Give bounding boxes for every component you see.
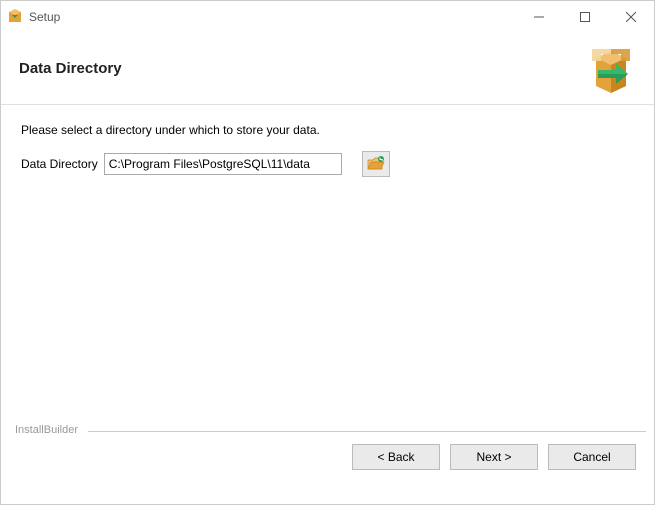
footer-separator: InstallBuilder <box>88 431 646 432</box>
cancel-button[interactable]: Cancel <box>548 444 636 470</box>
window-title: Setup <box>29 10 516 24</box>
app-icon <box>7 9 23 25</box>
minimize-button[interactable] <box>516 1 562 33</box>
browse-button[interactable] <box>362 151 390 177</box>
wizard-content: Please select a directory under which to… <box>1 105 654 431</box>
data-directory-label: Data Directory <box>21 157 98 171</box>
instruction-text: Please select a directory under which to… <box>21 123 634 137</box>
titlebar: Setup <box>1 1 654 33</box>
data-directory-row: Data Directory <box>21 151 634 177</box>
data-directory-input[interactable] <box>104 153 342 175</box>
wizard-buttons: < Back Next > Cancel <box>1 432 654 484</box>
next-button[interactable]: Next > <box>450 444 538 470</box>
back-button[interactable]: < Back <box>352 444 440 470</box>
installer-box-icon <box>586 44 636 94</box>
installer-brand: InstallBuilder <box>13 424 80 436</box>
close-button[interactable] <box>608 1 654 33</box>
wizard-header: Data Directory <box>1 33 654 105</box>
window-controls <box>516 1 654 33</box>
maximize-button[interactable] <box>562 1 608 33</box>
page-title: Data Directory <box>19 60 586 77</box>
folder-open-icon <box>367 156 385 172</box>
